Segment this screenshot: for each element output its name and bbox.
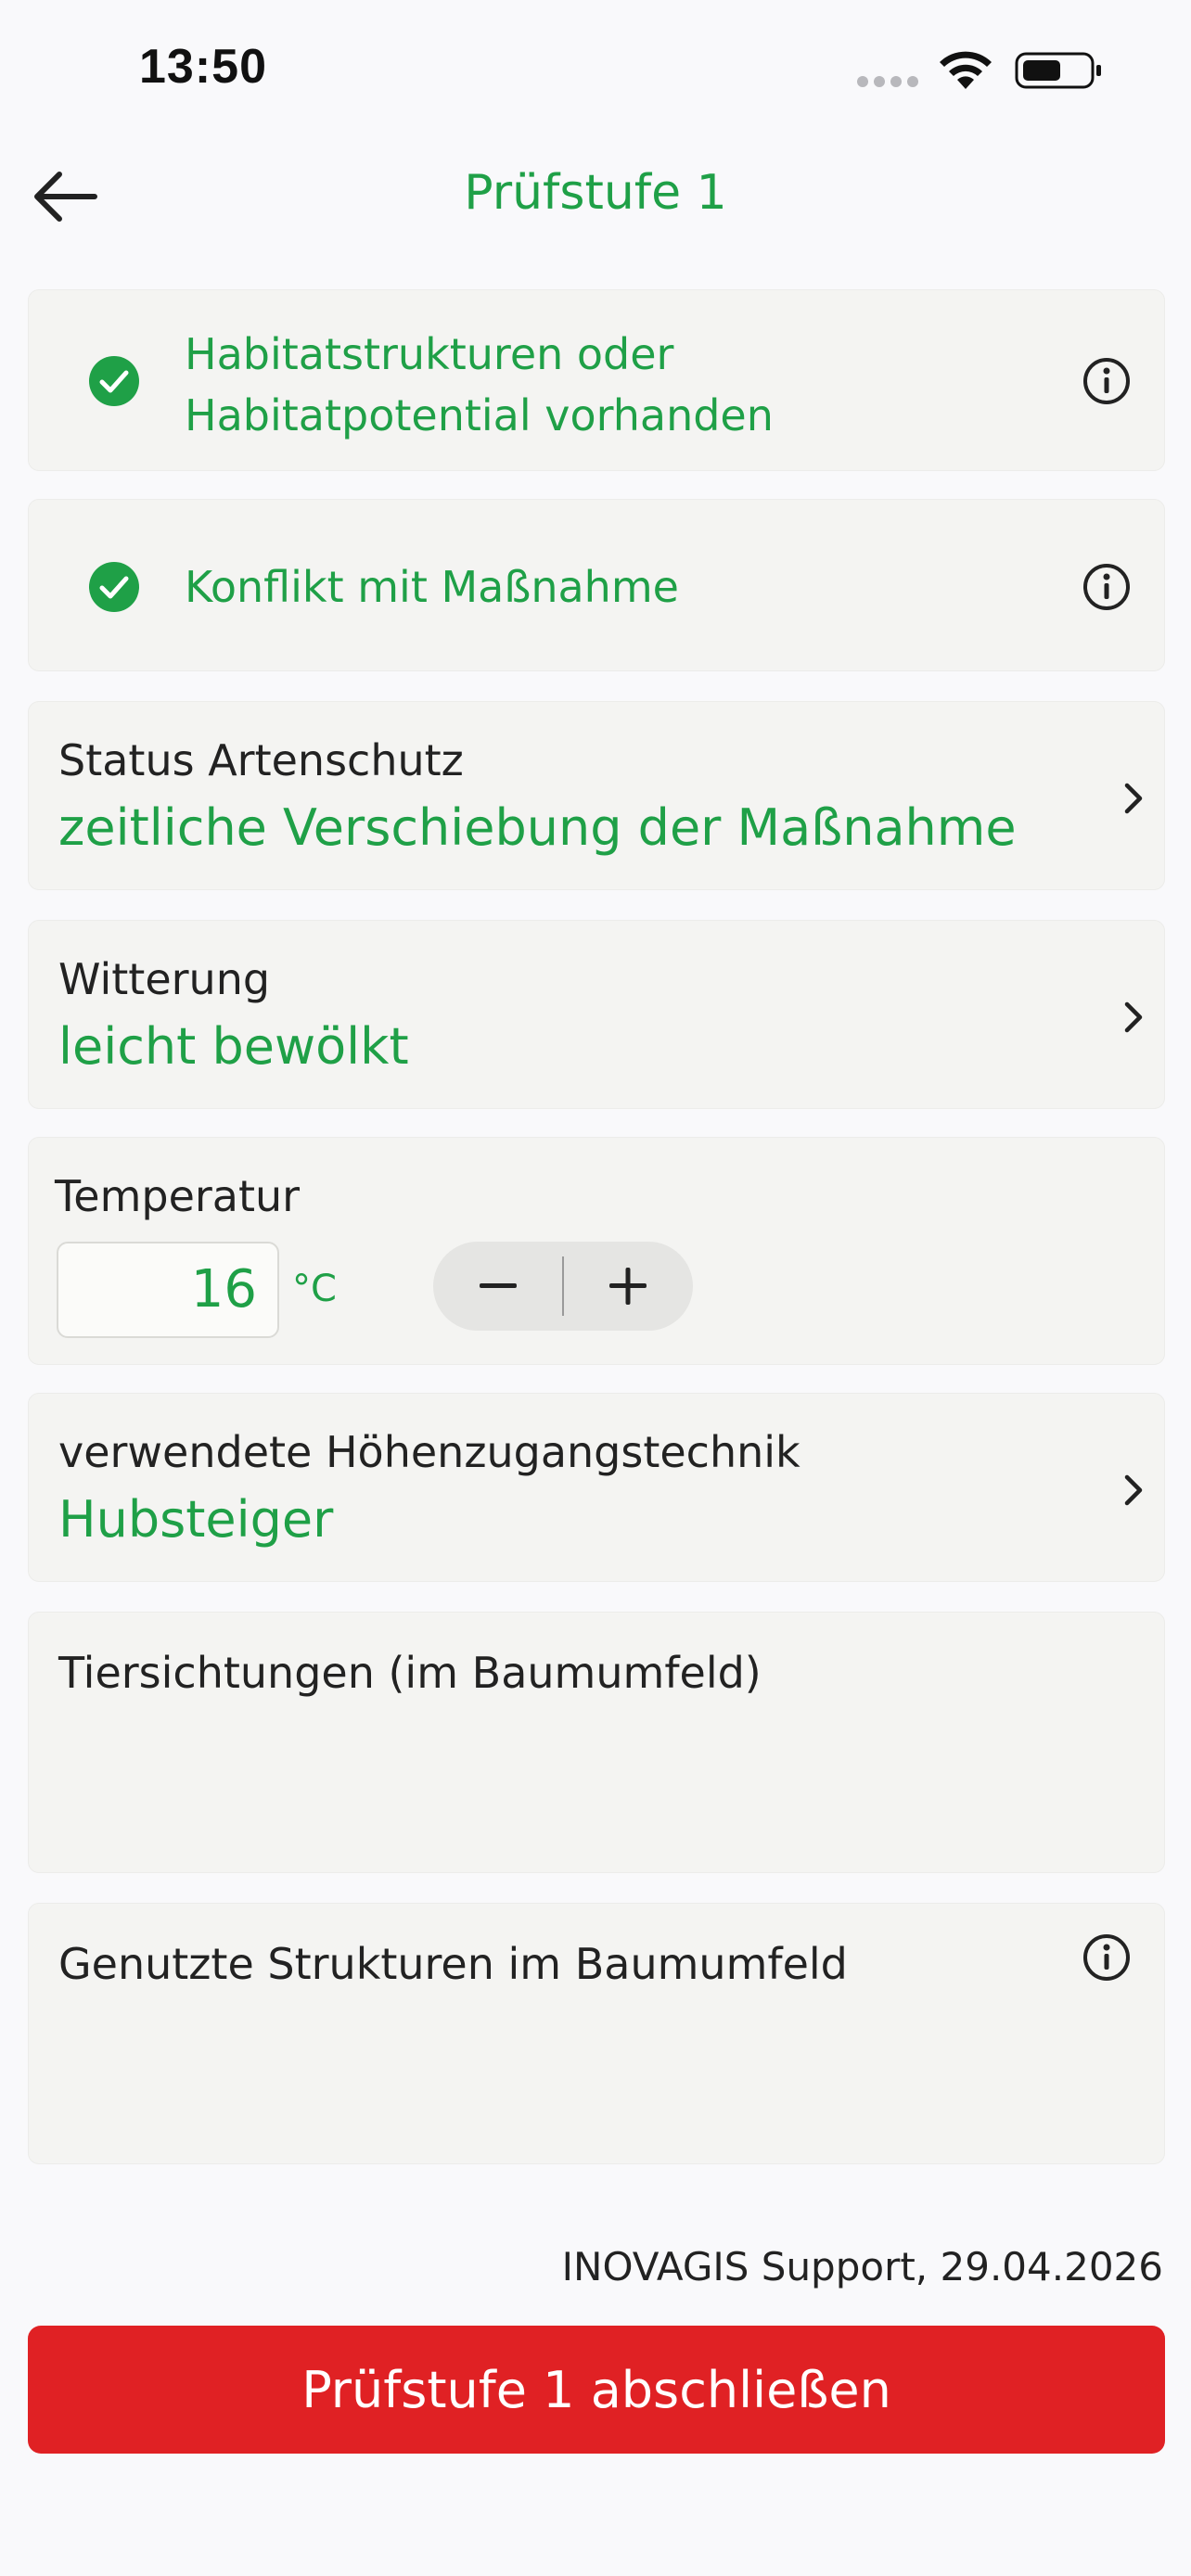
wifi-icon — [940, 51, 992, 89]
strukturen-field[interactable]: Genutzte Strukturen im Baumumfeld — [28, 1903, 1165, 2164]
cellular-signal-icon — [857, 76, 918, 87]
plus-icon — [609, 1268, 647, 1305]
battery-icon — [1015, 52, 1101, 89]
status-artenschutz-value: zeitliche Verschiebung der Maßnahme — [58, 798, 1017, 857]
info-icon[interactable] — [1082, 1933, 1131, 1982]
temperature-unit: °C — [292, 1268, 337, 1310]
check-circle-icon — [89, 562, 139, 612]
complete-stage-button[interactable]: Prüfstufe 1 abschließen — [28, 2326, 1165, 2454]
hoehenzugang-label: verwendete Höhenzugangstechnik — [58, 1427, 800, 1477]
decrement-button[interactable] — [433, 1242, 563, 1331]
check-konflikt-text: Konflikt mit Maßnahme — [185, 562, 679, 612]
check-habitat-line2: Habitatpotential vorhanden — [185, 390, 774, 440]
check-habitat-card: Habitatstrukturen oder Habitatpotential … — [28, 289, 1165, 471]
temperature-input[interactable]: 16 — [57, 1242, 279, 1338]
status-artenschutz-label: Status Artenschutz — [58, 735, 464, 785]
page-title: Prüfstufe 1 — [464, 165, 727, 221]
check-habitat-line1: Habitatstrukturen oder — [185, 329, 674, 379]
witterung-value: leicht bewölkt — [58, 1017, 409, 1076]
info-icon[interactable] — [1082, 357, 1131, 405]
status-artenschutz-row[interactable]: Status Artenschutz zeitliche Verschiebun… — [28, 701, 1165, 890]
witterung-label: Witterung — [58, 954, 271, 1004]
chevron-right-icon — [1124, 1474, 1143, 1506]
temperatur-row: Temperatur 16 °C — [28, 1137, 1165, 1365]
check-habitat-text: Habitatstrukturen oder Habitatpotential … — [185, 324, 774, 446]
strukturen-label: Genutzte Strukturen im Baumumfeld — [58, 1939, 848, 1989]
temperatur-label: Temperatur — [55, 1171, 301, 1221]
check-konflikt-card: Konflikt mit Maßnahme — [28, 499, 1165, 671]
increment-button[interactable] — [563, 1242, 693, 1331]
hoehenzugang-row[interactable]: verwendete Höhenzugangstechnik Hubsteige… — [28, 1393, 1165, 1582]
witterung-row[interactable]: Witterung leicht bewölkt — [28, 920, 1165, 1109]
chevron-right-icon — [1124, 783, 1143, 814]
tiersichtungen-label: Tiersichtungen (im Baumumfeld) — [58, 1648, 762, 1698]
check-circle-icon — [89, 356, 139, 406]
status-time: 13:50 — [139, 40, 267, 94]
temperature-stepper[interactable] — [433, 1242, 693, 1331]
info-icon[interactable] — [1082, 563, 1131, 611]
tiersichtungen-field[interactable]: Tiersichtungen (im Baumumfeld) — [28, 1612, 1165, 1873]
hoehenzugang-value: Hubsteiger — [58, 1490, 334, 1549]
chevron-right-icon — [1124, 1001, 1143, 1033]
minus-icon — [480, 1283, 517, 1288]
author-date-note: INOVAGIS Support, 29.04.2026 — [561, 2244, 1163, 2289]
